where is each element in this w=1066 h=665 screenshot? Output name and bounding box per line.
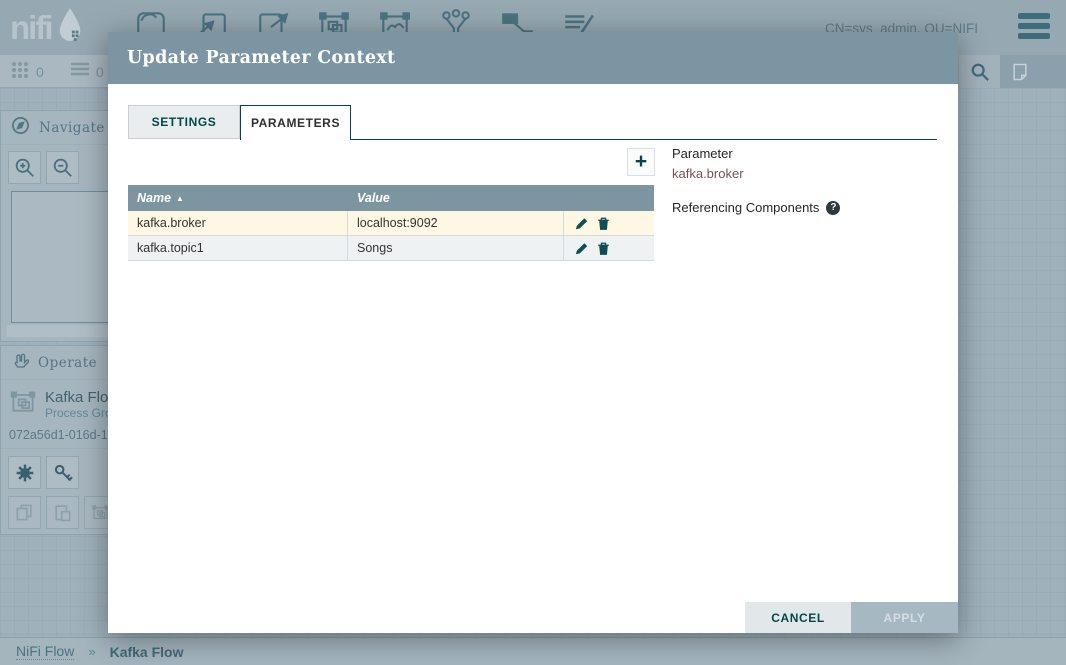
update-parameter-context-dialog: Update Parameter Context SETTINGS PARAME… <box>108 32 958 633</box>
zoom-out-button[interactable] <box>46 151 79 184</box>
dialog-tabs: SETTINGS PARAMETERS <box>128 105 351 140</box>
dialog-title: Update Parameter Context <box>127 48 395 68</box>
search-icon[interactable] <box>958 55 1000 88</box>
dialog-header: Update Parameter Context <box>108 32 958 84</box>
breadcrumb-current: Kafka Flow <box>110 644 184 660</box>
parameter-value-cell: localhost:9092 <box>348 211 564 235</box>
add-parameter-button[interactable]: + <box>627 148 655 176</box>
configuration-gear-icon[interactable] <box>8 456 41 489</box>
breadcrumb-root-link[interactable]: NiFi Flow <box>16 643 74 660</box>
parameter-detail-panel: Parameter kafka.broker Referencing Compo… <box>672 146 840 215</box>
edit-pencil-icon[interactable] <box>575 217 588 230</box>
nifi-logo-text: nifi <box>10 9 51 47</box>
parameter-name-cell: kafka.broker <box>128 211 348 235</box>
hand-icon <box>11 352 29 374</box>
table-row[interactable]: kafka.broker localhost:9092 <box>128 211 654 236</box>
active-threads-count: 0 <box>36 64 44 80</box>
sort-ascending-icon: ▲ <box>176 194 184 203</box>
parameter-value-cell: Songs <box>348 236 564 260</box>
parameter-table-header: Name ▲ Value <box>128 185 654 211</box>
name-column-header[interactable]: Name <box>137 191 171 205</box>
help-icon[interactable]: ? <box>826 201 840 215</box>
parameter-label: Parameter <box>672 146 840 161</box>
access-policies-key-icon[interactable] <box>46 456 79 489</box>
active-threads-icon <box>10 60 30 83</box>
zoom-in-button[interactable] <box>8 151 41 184</box>
navigate-panel-title: Navigate <box>39 120 105 136</box>
breadcrumb-separator: » <box>88 644 95 659</box>
cancel-button[interactable]: CANCEL <box>745 602 851 633</box>
compass-icon <box>11 116 30 139</box>
value-column-header[interactable]: Value <box>348 191 564 205</box>
referencing-components-label: Referencing Components <box>672 200 819 215</box>
delete-trash-icon[interactable] <box>597 217 610 230</box>
parameter-table: Name ▲ Value kafka.broker localhost:9092… <box>128 185 654 261</box>
parameter-name-cell: kafka.topic1 <box>128 236 348 260</box>
queued-icon <box>70 61 90 82</box>
tab-settings[interactable]: SETTINGS <box>128 105 240 139</box>
nifi-drop-icon <box>51 6 85 49</box>
breadcrumb: NiFi Flow » Kafka Flow <box>0 637 1066 665</box>
nifi-logo: nifi <box>10 6 85 49</box>
selected-parameter-name: kafka.broker <box>672 166 840 181</box>
copy-icon <box>8 496 41 529</box>
process-group-icon <box>9 388 37 421</box>
apply-button[interactable]: APPLY <box>851 602 958 633</box>
operate-panel-title: Operate <box>38 355 97 371</box>
tab-underline <box>351 139 937 140</box>
edit-pencil-icon[interactable] <box>575 242 588 255</box>
global-menu-icon[interactable] <box>1018 13 1050 43</box>
flow-status-pulldown-icon[interactable] <box>1000 55 1066 88</box>
tab-parameters[interactable]: PARAMETERS <box>240 105 351 140</box>
table-row[interactable]: kafka.topic1 Songs <box>128 236 654 261</box>
queued-count: 0 <box>96 64 104 80</box>
delete-trash-icon[interactable] <box>597 242 610 255</box>
paste-icon <box>46 496 79 529</box>
